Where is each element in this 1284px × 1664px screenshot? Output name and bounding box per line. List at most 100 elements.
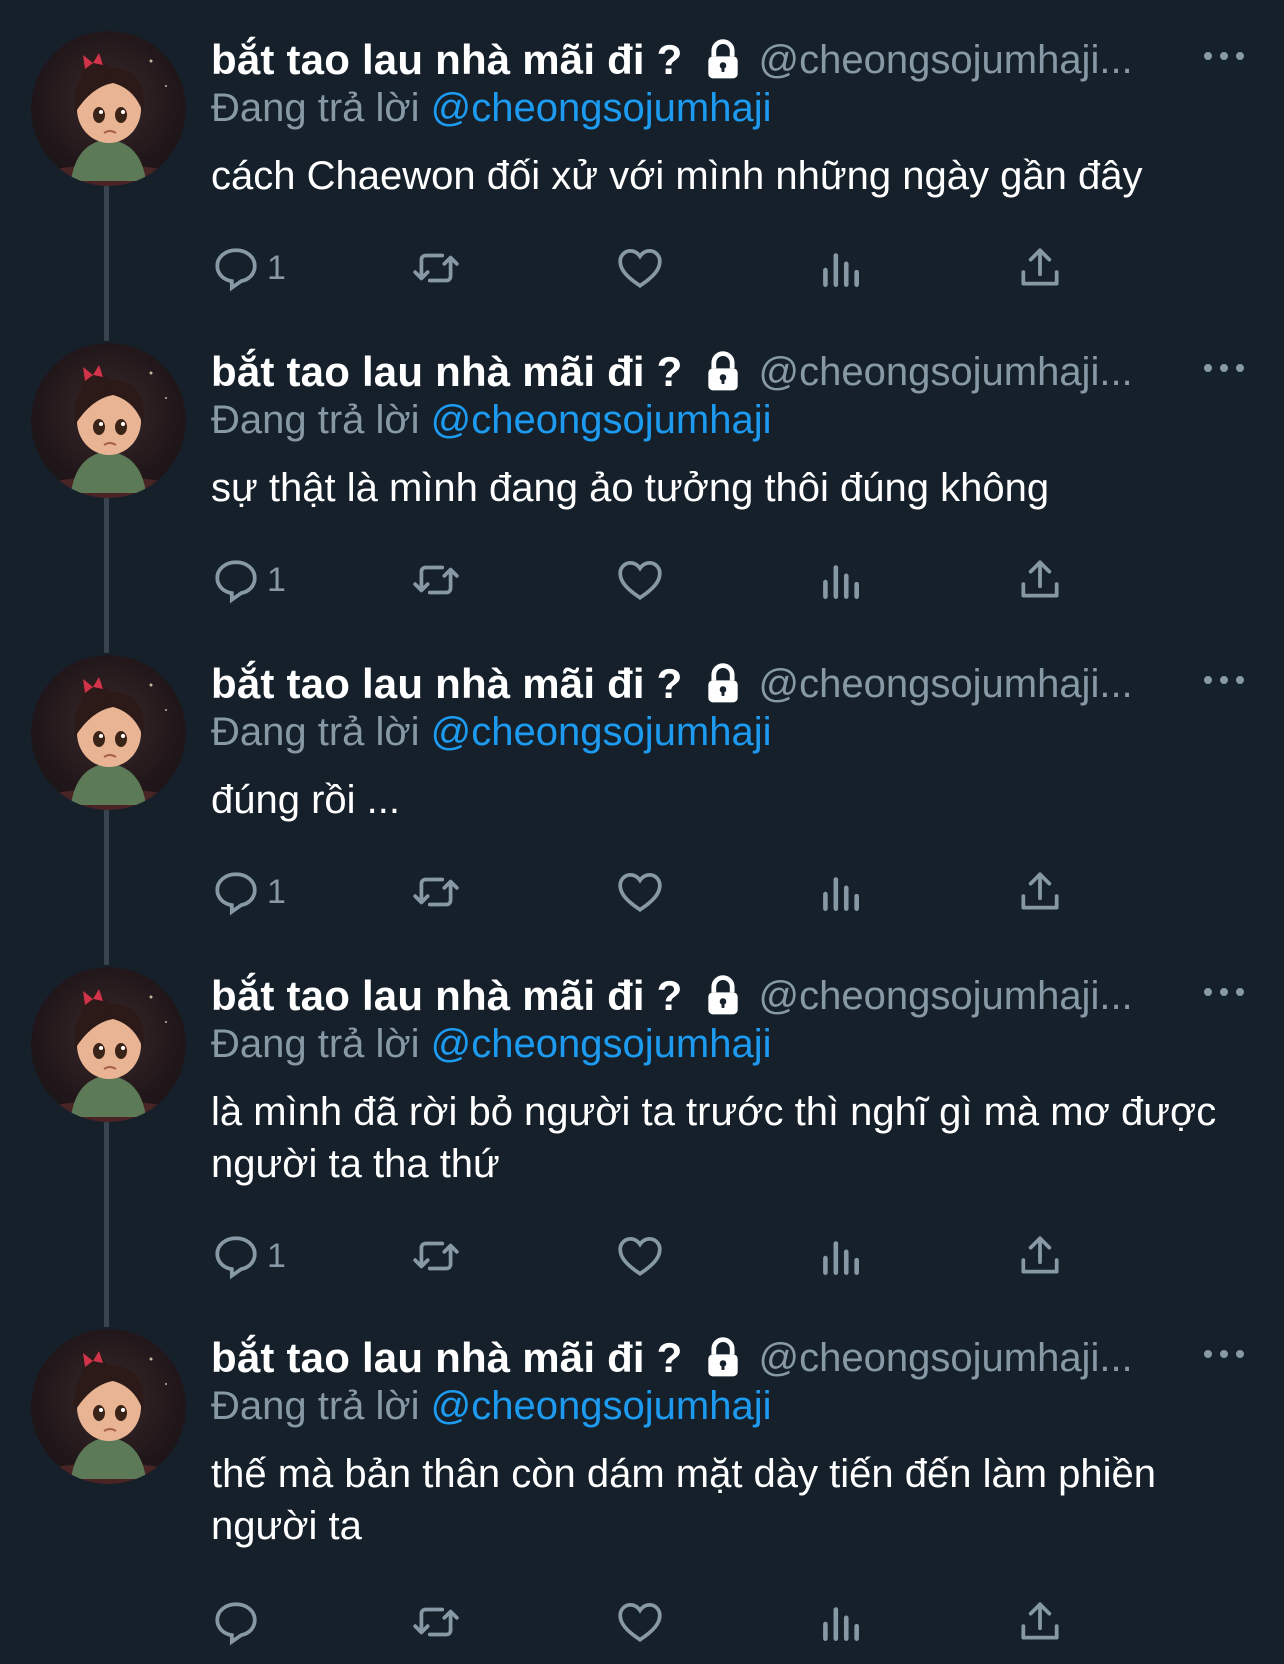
more-icon[interactable] [1204,1334,1244,1374]
retweet-icon [413,565,459,595]
tweet-text: sự thật là mình đang ảo tưởng thôi đúng … [211,466,1050,510]
reply-icon [215,1602,257,1646]
retweet-button[interactable] [411,1226,461,1286]
heart-icon [618,873,662,912]
avatar-image [33,677,183,810]
like-button[interactable] [615,238,665,298]
replying-to-mention[interactable]: @cheongsojumhaji [431,1022,772,1066]
avatar-image [33,1351,183,1484]
tweet-actions [211,1592,1111,1652]
replying-to-label: Đang trả lời [211,710,420,754]
more-icon[interactable] [1204,972,1244,1012]
analytics-button[interactable] [815,550,865,610]
replying-to-label: Đang trả lời [211,1384,420,1428]
retweet-button[interactable] [411,550,461,610]
share-icon [1021,560,1059,598]
reply-button[interactable]: 1 [211,862,286,922]
share-icon [1021,1236,1059,1274]
reply-button[interactable]: 1 [211,1226,286,1286]
replying-to-mention[interactable]: @cheongsojumhaji [431,1384,772,1428]
reply-count: 1 [267,560,286,599]
avatar[interactable] [31,31,186,186]
heart-icon [618,561,662,600]
share-button[interactable] [1015,1592,1065,1652]
reply-count: 1 [267,1236,286,1275]
analytics-button[interactable] [815,862,865,922]
username[interactable]: @cheongsojumhaji... [759,974,1133,1019]
tweet-header: bắt tao lau nhà mãi đi ? @cheongsojumhaj… [211,342,1133,402]
more-icon[interactable] [1204,36,1244,76]
lock-icon [707,351,738,391]
like-button[interactable] [615,862,665,922]
retweet-button[interactable] [411,1592,461,1652]
reply-count: 1 [267,872,286,911]
more-icon[interactable] [1204,348,1244,388]
username[interactable]: @cheongsojumhaji... [759,1336,1133,1381]
avatar-image [33,365,183,498]
tweet[interactable]: bắt tao lau nhà mãi đi ? @cheongsojumhaj… [0,312,1284,653]
like-button[interactable] [615,1226,665,1286]
tweet-header: bắt tao lau nhà mãi đi ? @cheongsojumhaj… [211,654,1133,714]
analytics-icon [823,877,859,911]
avatar-image [33,53,183,186]
replying-to: Đang trả lời @cheongsojumhaji [211,710,771,755]
tweet-header: bắt tao lau nhà mãi đi ? @cheongsojumhaj… [211,1328,1133,1388]
lock-icon [707,39,738,79]
reply-button[interactable]: 1 [211,238,286,298]
lock-icon [707,975,738,1015]
heart-icon [618,1603,662,1642]
replying-to-mention[interactable]: @cheongsojumhaji [431,398,772,442]
replying-to-mention[interactable]: @cheongsojumhaji [431,710,772,754]
analytics-button[interactable] [815,238,865,298]
tweet-text: thế mà bản thân còn dám mặt dày tiến đến… [211,1452,1157,1548]
avatar[interactable] [31,1329,186,1484]
analytics-icon [823,253,859,287]
username[interactable]: @cheongsojumhaji... [759,350,1133,395]
tweet[interactable]: bắt tao lau nhà mãi đi ? @cheongsojumhaj… [0,624,1284,965]
share-button[interactable] [1015,550,1065,610]
replying-to-mention[interactable]: @cheongsojumhaji [431,86,772,130]
like-button[interactable] [615,1592,665,1652]
display-name[interactable]: bắt tao lau nhà mãi đi ? [211,36,683,84]
avatar[interactable] [31,967,186,1122]
share-button[interactable] [1015,238,1065,298]
retweet-icon [413,1241,459,1271]
retweet-button[interactable] [411,862,461,922]
reply-icon [215,248,257,292]
avatar-image [33,989,183,1122]
replying-to: Đang trả lời @cheongsojumhaji [211,1022,771,1067]
analytics-button[interactable] [815,1226,865,1286]
replying-to: Đang trả lời @cheongsojumhaji [211,398,771,443]
display-name[interactable]: bắt tao lau nhà mãi đi ? [211,972,683,1020]
lock-icon [707,1337,738,1377]
share-icon [1021,1602,1059,1640]
username[interactable]: @cheongsojumhaji... [759,38,1133,83]
display-name[interactable]: bắt tao lau nhà mãi đi ? [211,348,683,396]
display-name[interactable]: bắt tao lau nhà mãi đi ? [211,660,683,708]
avatar[interactable] [31,655,186,810]
analytics-icon [823,1607,859,1641]
tweet-header: bắt tao lau nhà mãi đi ? @cheongsojumhaj… [211,966,1133,1026]
thread-line [104,1122,109,1327]
replying-to-label: Đang trả lời [211,1022,420,1066]
tweet[interactable]: bắt tao lau nhà mãi đi ? @cheongsojumhaj… [0,1298,1284,1664]
share-button[interactable] [1015,862,1065,922]
retweet-icon [413,1607,459,1637]
reply-icon [215,560,257,604]
username[interactable]: @cheongsojumhaji... [759,662,1133,707]
like-button[interactable] [615,550,665,610]
more-icon[interactable] [1204,660,1244,700]
share-button[interactable] [1015,1226,1065,1286]
reply-button[interactable] [211,1592,267,1652]
retweet-button[interactable] [411,238,461,298]
lock-icon [707,663,738,703]
tweet-header: bắt tao lau nhà mãi đi ? @cheongsojumhaj… [211,30,1133,90]
share-icon [1021,872,1059,910]
tweet[interactable]: bắt tao lau nhà mãi đi ? @cheongsojumhaj… [0,936,1284,1327]
analytics-button[interactable] [815,1592,865,1652]
reply-button[interactable]: 1 [211,550,286,610]
display-name[interactable]: bắt tao lau nhà mãi đi ? [211,1334,683,1382]
avatar[interactable] [31,343,186,498]
share-icon [1021,248,1059,286]
tweet[interactable]: bắt tao lau nhà mãi đi ? @cheongsojumhaj… [0,0,1284,341]
